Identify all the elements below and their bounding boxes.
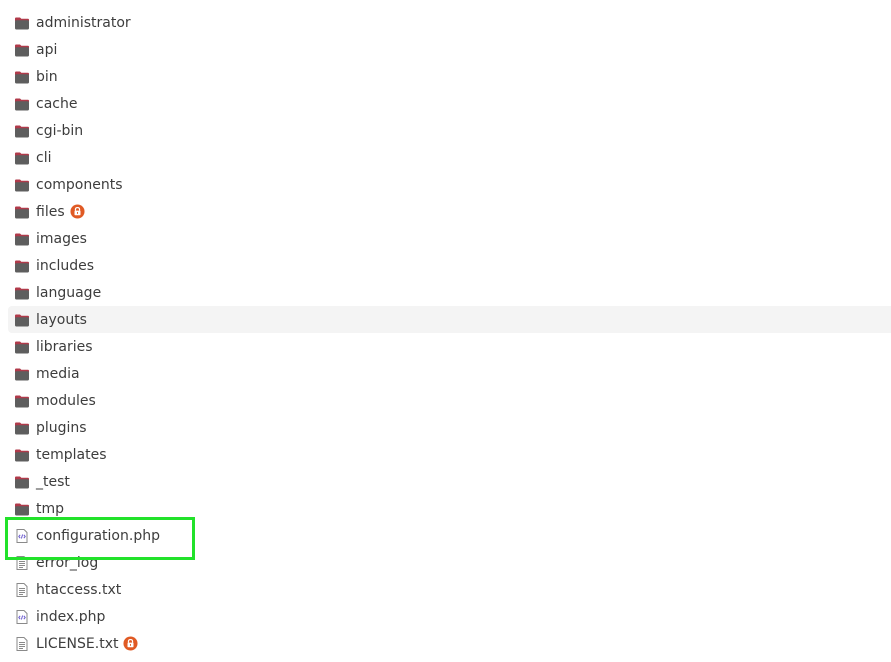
folder-icon [14, 231, 30, 247]
lock-icon [70, 204, 85, 219]
item-name: layouts [36, 311, 87, 328]
folder-item[interactable]: components [0, 171, 891, 198]
folder-item[interactable]: files [0, 198, 891, 225]
item-name: error_log [36, 554, 99, 571]
folder-icon [14, 15, 30, 31]
item-name: api [36, 41, 58, 58]
folder-icon [14, 339, 30, 355]
item-name: bin [36, 68, 58, 85]
item-name: tmp [36, 500, 65, 517]
folder-icon [14, 96, 30, 112]
lock-icon [123, 636, 138, 651]
folder-item[interactable]: images [0, 225, 891, 252]
item-name: plugins [36, 419, 87, 436]
text-file-icon [14, 582, 30, 598]
item-name: includes [36, 257, 95, 274]
folder-item[interactable]: cache [0, 90, 891, 117]
folder-icon [14, 501, 30, 517]
item-name: media [36, 365, 80, 382]
folder-item[interactable]: tmp [0, 495, 891, 522]
item-name: components [36, 176, 123, 193]
folder-item[interactable]: bin [0, 63, 891, 90]
folder-icon [14, 177, 30, 193]
item-name: LICENSE.txt [36, 635, 119, 652]
php-file-icon [14, 609, 30, 625]
item-name: index.php [36, 608, 106, 625]
item-name: cli [36, 149, 52, 166]
file-item[interactable]: LICENSE.txt [0, 630, 891, 657]
folder-icon [14, 42, 30, 58]
folder-icon [14, 312, 30, 328]
folder-item[interactable]: layouts [8, 306, 891, 333]
folder-item[interactable]: modules [0, 387, 891, 414]
folder-icon [14, 420, 30, 436]
item-name: configuration.php [36, 527, 160, 544]
item-name: files [36, 203, 65, 220]
folder-icon [14, 393, 30, 409]
item-name: cache [36, 95, 78, 112]
file-item[interactable]: index.php [0, 603, 891, 630]
item-name: libraries [36, 338, 93, 355]
folder-item[interactable]: media [0, 360, 891, 387]
folder-icon [14, 474, 30, 490]
file-item[interactable]: htaccess.txt [0, 576, 891, 603]
folder-icon [14, 150, 30, 166]
folder-item[interactable]: templates [0, 441, 891, 468]
folder-item[interactable]: includes [0, 252, 891, 279]
folder-item[interactable]: plugins [0, 414, 891, 441]
folder-icon [14, 366, 30, 382]
folder-icon [14, 204, 30, 220]
text-file-icon [14, 555, 30, 571]
folder-item[interactable]: api [0, 36, 891, 63]
text-file-icon [14, 636, 30, 652]
folder-item[interactable]: libraries [0, 333, 891, 360]
folder-icon [14, 447, 30, 463]
item-name: templates [36, 446, 107, 463]
folder-item[interactable]: cli [0, 144, 891, 171]
item-name: cgi-bin [36, 122, 84, 139]
folder-icon [14, 285, 30, 301]
folder-item[interactable]: language [0, 279, 891, 306]
file-item[interactable]: error_log [0, 549, 891, 576]
item-name: _test [36, 473, 70, 490]
folder-icon [14, 123, 30, 139]
item-name: administrator [36, 14, 131, 31]
folder-item[interactable]: cgi-bin [0, 117, 891, 144]
item-name: images [36, 230, 87, 247]
item-name: modules [36, 392, 96, 409]
item-name: htaccess.txt [36, 581, 122, 598]
folder-icon [14, 258, 30, 274]
folder-item[interactable]: administrator [0, 9, 891, 36]
folder-icon [14, 69, 30, 85]
folder-item[interactable]: _test [0, 468, 891, 495]
file-item[interactable]: configuration.php [0, 522, 891, 549]
php-file-icon [14, 528, 30, 544]
file-list: administrator api bin cache cgi-bin cli compon… [0, 9, 891, 657]
item-name: language [36, 284, 102, 301]
